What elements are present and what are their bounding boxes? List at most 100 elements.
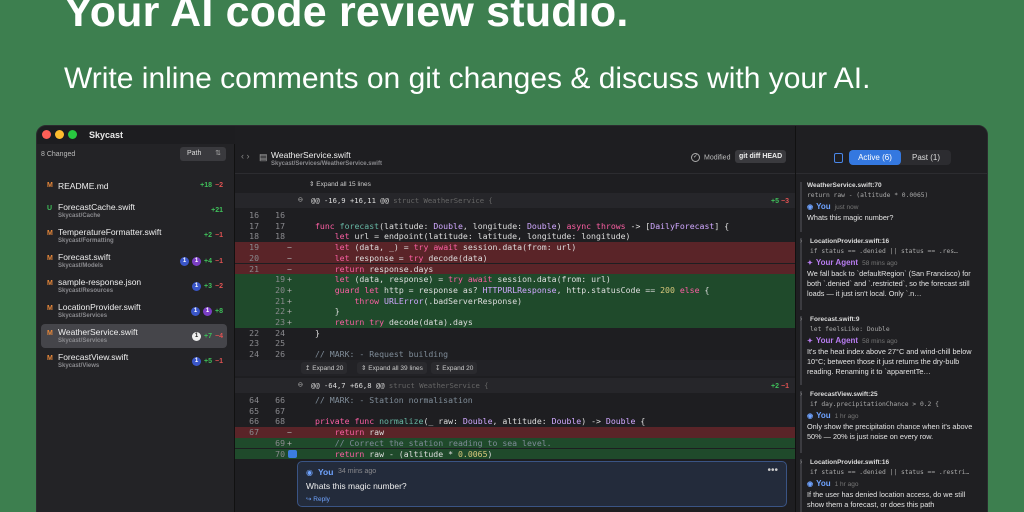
expand-down-button[interactable]: ↧ Expand 20 xyxy=(431,362,478,374)
diff-line[interactable]: 64 66 // MARK: - Station normalisation xyxy=(235,395,795,406)
tab-active[interactable]: Active (6) xyxy=(849,150,901,165)
file-status-icon: M xyxy=(47,355,53,362)
expand-all-top-button[interactable]: ⇕ Expand all 15 lines xyxy=(305,178,375,190)
back-forward-icon[interactable]: ‹ › xyxy=(241,151,250,161)
file-path: Skycast/Services/WeatherService.swift xyxy=(271,161,382,167)
diff-line[interactable]: 18 18 let url = endpoint(latitude: latitu… xyxy=(235,231,795,242)
diff-line[interactable]: 21 + throw URLError(.badServerResponse) xyxy=(235,295,795,307)
file-path: Skycast/Services xyxy=(58,338,108,344)
file-item[interactable]: M TemperatureFormatter.swift Skycast/Forma… xyxy=(41,224,227,248)
chevron-right-icon[interactable]: › xyxy=(800,391,802,398)
old-line-number: 21 xyxy=(249,263,259,274)
comment-thread[interactable]: › LocationProvider.swift:16 if status == .… xyxy=(800,238,986,310)
chevron-right-icon[interactable]: › xyxy=(800,459,802,466)
zoom-window-button[interactable] xyxy=(68,130,77,139)
diff-sign: − xyxy=(287,263,292,274)
file-path: Skycast/Formatting xyxy=(58,238,114,244)
thread-file: ForecastView.swift:25 xyxy=(810,391,878,398)
file-additions: +21 xyxy=(211,207,223,214)
diff-line[interactable]: 24 26 // MARK: - Request building xyxy=(235,349,795,360)
thread-body: Only show the precipitation chance when … xyxy=(807,422,973,441)
file-item[interactable]: M WeatherService.swift Skycast/Services 1 +7… xyxy=(41,324,227,348)
diff-line[interactable]: 22 + } xyxy=(235,306,795,317)
thread-file: Forecast.swift:9 xyxy=(810,316,860,323)
diff-line[interactable]: 20 − let response = try decode(data) xyxy=(235,252,795,264)
diff-line[interactable]: 70 return raw - (altitude * 0.0065) xyxy=(235,448,795,460)
comments-panel: Active (6) Past (1) WeatherService.swift… xyxy=(795,126,987,512)
diff-line[interactable]: 65 67 xyxy=(235,406,795,417)
chevron-right-icon[interactable]: › xyxy=(800,238,802,245)
diff-line[interactable]: 66 68 private func normalize(_ raw: Double… xyxy=(235,416,795,427)
diff-sign: + xyxy=(287,437,292,448)
diff-line[interactable]: 21 − return response.days xyxy=(235,263,795,275)
comment-text: Whats this magic number? xyxy=(306,481,407,491)
comment-count-badge: 1 xyxy=(192,282,202,291)
chevron-right-icon[interactable]: › xyxy=(800,316,802,323)
thread-author: ✦ Your Agent 58 mins ago xyxy=(807,258,898,267)
thread-file: LocationProvider.swift:16 xyxy=(810,459,890,466)
file-item[interactable]: M LocationProvider.swift Skycast/Services 1… xyxy=(41,299,227,323)
minimize-window-button[interactable] xyxy=(55,130,64,139)
file-status-icon: M xyxy=(47,255,53,262)
file-item[interactable]: M Forecast.swift Skycast/Models 1 1 +4 −1 xyxy=(41,249,227,273)
diff-line[interactable]: 20 + guard let http = response as? HTTPUR… xyxy=(235,284,795,296)
comment-author: You xyxy=(318,467,334,477)
diff-line[interactable]: 67 − return raw xyxy=(235,427,795,438)
tab-past[interactable]: Past (1) xyxy=(903,150,949,165)
comment-thread[interactable]: › LocationProvider.swift:16 if status == .… xyxy=(800,459,986,512)
file-item[interactable]: M ForecastView.swift Skycast/Views 1 +5 −1 xyxy=(41,349,227,373)
comment-count-badge: 1 xyxy=(192,332,202,341)
hunk-context: struct WeatherService { xyxy=(393,196,493,205)
file-item[interactable]: U ForecastCache.swift Skycast/Cache +21 xyxy=(41,199,227,223)
diff-line[interactable]: 19 − let (data, _) = try await session.da… xyxy=(235,242,795,253)
diff-command-badge[interactable]: git diff HEAD xyxy=(735,150,787,163)
comment-thread[interactable]: › Forecast.swift:9 let feelsLike: Double ✦ Y… xyxy=(800,316,986,385)
file-stats: +18 −2 xyxy=(200,182,223,189)
thread-code: if day.precipitationChance > 0.2 { xyxy=(810,401,939,408)
file-stats: +21 xyxy=(211,207,223,214)
file-item[interactable]: M README.md +18 −2 xyxy=(41,174,227,198)
diff-line[interactable]: 69 + // Correct the station reading to se… xyxy=(235,437,795,449)
inline-comment: ◉ You 34 mins ago ••• Whats this magic n… xyxy=(297,461,787,507)
file-status: ✓ Modified xyxy=(691,153,730,162)
thread-time: 1 hr ago xyxy=(834,481,859,488)
comment-thread[interactable]: WeatherService.swift:70 return raw - (alt… xyxy=(800,182,986,232)
file-item[interactable]: Msample-response.json Skycast/Resources 1 +… xyxy=(41,274,227,298)
status-icon: ✓ xyxy=(691,153,700,162)
file-deletions: −1 xyxy=(215,232,223,239)
expand-all-mid-button[interactable]: ⇕ Expand all 39 lines xyxy=(357,362,427,374)
more-options-icon[interactable]: ••• xyxy=(767,465,778,476)
file-status-icon: M xyxy=(47,305,53,312)
new-line-number: 68 xyxy=(275,416,285,427)
diff-view: ‹ › ▤ WeatherService.swift Skycast/Servi… xyxy=(235,126,795,512)
code-text: private func normalize(_ raw: Double, al… xyxy=(315,416,646,427)
file-status-icon: M xyxy=(47,182,53,189)
diff-line[interactable]: 23 25 xyxy=(235,338,795,349)
thread-body: If the user has denied location access, … xyxy=(807,490,966,509)
old-line-number: 67 xyxy=(249,427,259,438)
close-window-button[interactable] xyxy=(42,130,51,139)
expand-bar-mid: ↥ Expand 20 ⇕ Expand all 39 lines ↧ Expa… xyxy=(235,360,795,376)
collapse-icon[interactable]: ⊖ xyxy=(298,195,303,204)
diff-line[interactable]: 17 17 func forecast(latitude: Double, long… xyxy=(235,221,795,232)
thread-code: let feelsLike: Double xyxy=(810,326,890,333)
comment-thread[interactable]: › ForecastView.swift:25 if day.precipitati… xyxy=(800,391,986,453)
author-name: You xyxy=(816,479,831,488)
expand-up-button[interactable]: ↥ Expand 20 xyxy=(301,362,348,374)
old-line-number: 23 xyxy=(249,338,259,349)
diff-line[interactable]: 19 + let (data, response) = try await ses… xyxy=(235,274,795,285)
diff-line[interactable]: 22 24} xyxy=(235,328,795,339)
sort-label: Path xyxy=(187,150,202,157)
file-name: ForecastView.swift xyxy=(58,352,129,362)
file-path: Skycast/Services xyxy=(58,313,108,319)
expand-up-label: Expand 20 xyxy=(312,365,344,372)
comment-bubble-icon[interactable] xyxy=(288,449,297,458)
reply-button[interactable]: ↪ Reply xyxy=(306,495,330,503)
expand-bar-top: ⇕ Expand all 15 lines xyxy=(235,176,795,192)
sort-dropdown[interactable]: Path ⇅ xyxy=(180,147,226,161)
collapse-icon[interactable]: ⊖ xyxy=(298,380,303,389)
code-text: let url = endpoint(latitude: latitude, l… xyxy=(334,231,631,242)
diff-line[interactable]: 23 + return try decode(data).days xyxy=(235,317,795,328)
diff-line[interactable]: 16 16 xyxy=(235,210,795,221)
comment-time: 34 mins ago xyxy=(338,468,377,475)
